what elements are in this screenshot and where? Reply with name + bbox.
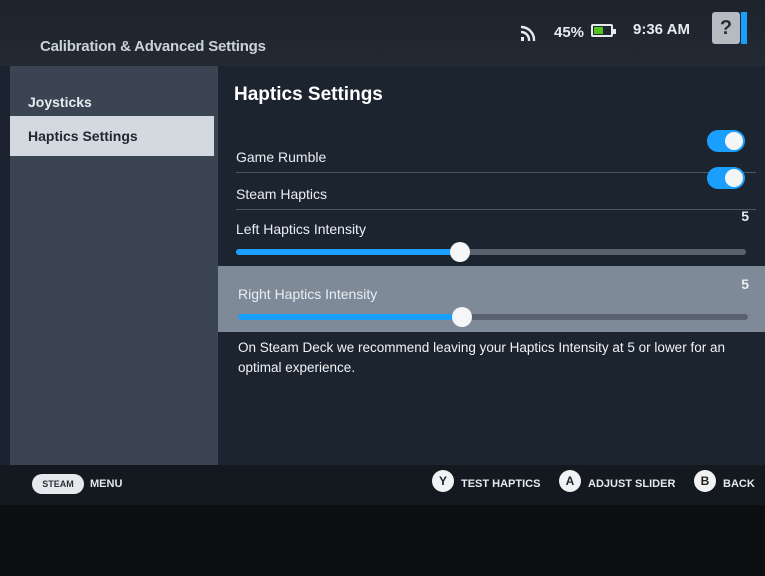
wifi-icon <box>520 25 536 42</box>
battery-icon <box>591 24 616 37</box>
right-intensity-row[interactable]: 5 Right Haptics Intensity <box>218 266 765 332</box>
right-intensity-value: 5 <box>741 276 749 292</box>
game-rumble-label: Game Rumble <box>236 149 327 165</box>
slider-thumb[interactable] <box>452 307 473 327</box>
slider-thumb[interactable] <box>450 242 471 262</box>
battery-level <box>594 27 603 34</box>
bottom-bar: STEAM MENU Y TEST HAPTICS A ADJUST SLIDE… <box>0 465 765 505</box>
steam-haptics-label: Steam Haptics <box>236 186 328 202</box>
battery-percent: 45% <box>554 24 585 41</box>
toggle-knob <box>725 132 743 150</box>
right-intensity-label: Right Haptics Intensity <box>238 286 378 302</box>
right-intensity-slider[interactable] <box>238 307 748 327</box>
b-button-icon[interactable]: B <box>694 470 716 492</box>
top-bar: Calibration & Advanced Settings 45% 9:36… <box>0 0 765 66</box>
page-title: Haptics Settings <box>234 84 383 105</box>
steam-haptics-toggle[interactable] <box>707 167 745 189</box>
slider-fill <box>238 314 463 320</box>
adjust-slider-label[interactable]: ADJUST SLIDER <box>588 478 675 490</box>
sidebar: Joysticks Haptics Settings <box>10 66 218 465</box>
left-intensity-value: 5 <box>741 208 749 224</box>
recommendation-note: On Steam Deck we recommend leaving your … <box>238 340 725 375</box>
steam-deck-screen: Calibration & Advanced Settings 45% 9:36… <box>0 0 765 505</box>
help-button[interactable]: ? <box>712 12 740 44</box>
left-intensity-slider[interactable] <box>236 242 746 262</box>
sidebar-item-haptics-settings[interactable]: Haptics Settings <box>10 116 214 156</box>
game-rumble-toggle[interactable] <box>707 130 745 152</box>
steam-button[interactable]: STEAM <box>32 474 84 494</box>
toggle-knob <box>725 169 743 187</box>
main-panel: Haptics Settings Game Rumble Steam Hapti… <box>218 66 765 465</box>
divider <box>236 172 756 173</box>
test-haptics-label[interactable]: TEST HAPTICS <box>461 478 540 490</box>
help-accent-bar <box>741 12 747 44</box>
divider <box>236 209 756 210</box>
page-header-title: Calibration & Advanced Settings <box>40 38 266 55</box>
slider-fill <box>236 249 461 255</box>
back-label[interactable]: BACK <box>723 478 755 490</box>
menu-label: MENU <box>90 478 123 490</box>
y-button-icon[interactable]: Y <box>432 470 454 492</box>
a-button-icon[interactable]: A <box>559 470 581 492</box>
left-intensity-label: Left Haptics Intensity <box>236 221 366 237</box>
clock: 9:36 AM <box>633 21 690 38</box>
